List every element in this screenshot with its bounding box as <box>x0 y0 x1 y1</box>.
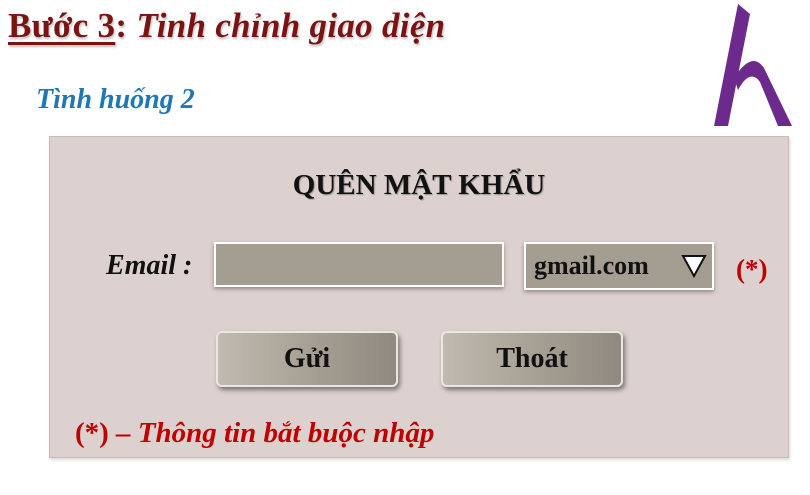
required-note: (*) – Thông tin bắt buộc nhập <box>75 417 434 450</box>
exit-button[interactable]: Thoát <box>441 331 623 387</box>
required-note-text: – Thông tin bắt buộc nhập <box>108 417 435 449</box>
page-heading: Bước 3: Tinh chỉnh giao diện <box>8 6 445 46</box>
domain-select-value: gmail.com <box>534 251 649 280</box>
domain-select[interactable]: gmail.com <box>524 242 714 290</box>
forgot-password-form: QUÊN MẬT KHẨU Email : gmail.com (*) Gửi … <box>49 136 789 458</box>
required-mark: (*) <box>736 254 768 284</box>
heading-separator: : <box>115 6 137 45</box>
scenario-label: Tình huống 2 <box>36 84 195 115</box>
required-note-mark: (*) <box>75 417 109 449</box>
triangle-down-icon[interactable] <box>681 253 707 279</box>
step-label: Bước 3 <box>8 6 116 45</box>
email-input[interactable] <box>214 242 504 287</box>
email-label: Email : <box>106 250 193 281</box>
heading-title: Tinh chỉnh giao diện <box>136 6 446 45</box>
send-button[interactable]: Gửi <box>216 331 398 387</box>
form-title: QUÊN MẬT KHẨU <box>292 169 546 201</box>
h-logo-icon <box>714 4 792 126</box>
